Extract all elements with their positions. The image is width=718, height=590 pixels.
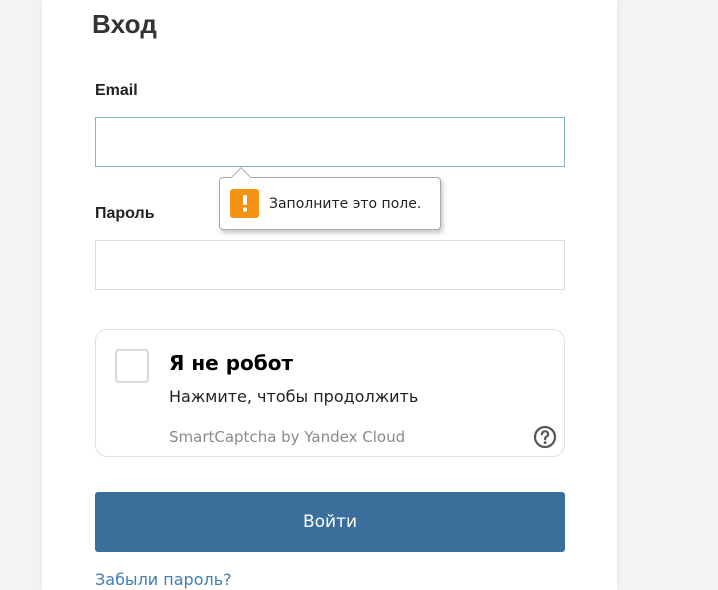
email-label: Email — [95, 82, 138, 99]
captcha-checkbox[interactable] — [115, 349, 149, 383]
captcha-subtitle: Нажмите, чтобы продолжить — [169, 387, 419, 406]
captcha-title: Я не робот — [169, 351, 294, 375]
password-label: Пароль — [95, 205, 155, 222]
email-field[interactable] — [95, 117, 565, 167]
tooltip-message: Заполните это поле. — [269, 196, 422, 212]
warning-icon — [230, 189, 259, 218]
smartcaptcha-widget: Я не робот Нажмите, чтобы продолжить Sma… — [95, 329, 565, 457]
captcha-brand: SmartCaptcha by Yandex Cloud — [169, 428, 406, 446]
validation-tooltip: Заполните это поле. — [219, 167, 441, 230]
forgot-password-link[interactable]: Забыли пароль? — [95, 570, 232, 589]
password-field[interactable] — [95, 240, 565, 290]
help-circle-icon[interactable] — [533, 425, 557, 449]
page-title: Вход — [92, 9, 158, 39]
login-button[interactable]: Войти — [95, 492, 565, 552]
